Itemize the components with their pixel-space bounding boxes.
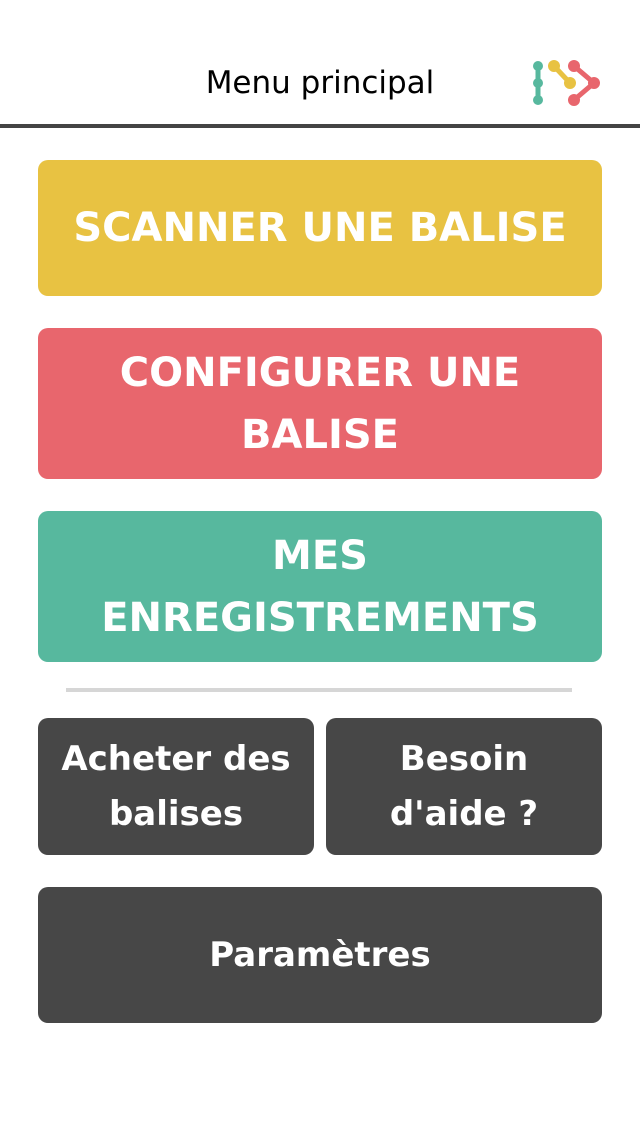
buy-beacons-label: Acheter des balises xyxy=(61,738,291,834)
app-header: Menu principal xyxy=(0,0,640,128)
settings-label: Paramètres xyxy=(209,934,431,975)
my-records-button[interactable]: MES ENREGISTREMENTS xyxy=(38,511,602,662)
scan-beacon-button[interactable]: SCANNER UNE BALISE xyxy=(38,160,602,296)
settings-button[interactable]: Paramètres xyxy=(38,887,602,1023)
help-button[interactable]: Besoin d'aide ? xyxy=(326,718,602,855)
section-divider xyxy=(66,688,572,692)
network-nodes-logo-icon xyxy=(533,60,600,106)
buy-beacons-button[interactable]: Acheter des balises xyxy=(38,718,314,855)
help-label: Besoin d'aide ? xyxy=(389,738,539,834)
configure-beacon-button[interactable]: CONFIGURER UNE BALISE xyxy=(38,328,602,479)
scan-beacon-label: SCANNER UNE BALISE xyxy=(73,205,567,251)
my-records-label: MES ENREGISTREMENTS xyxy=(101,532,539,641)
configure-beacon-label: CONFIGURER UNE BALISE xyxy=(119,349,521,458)
